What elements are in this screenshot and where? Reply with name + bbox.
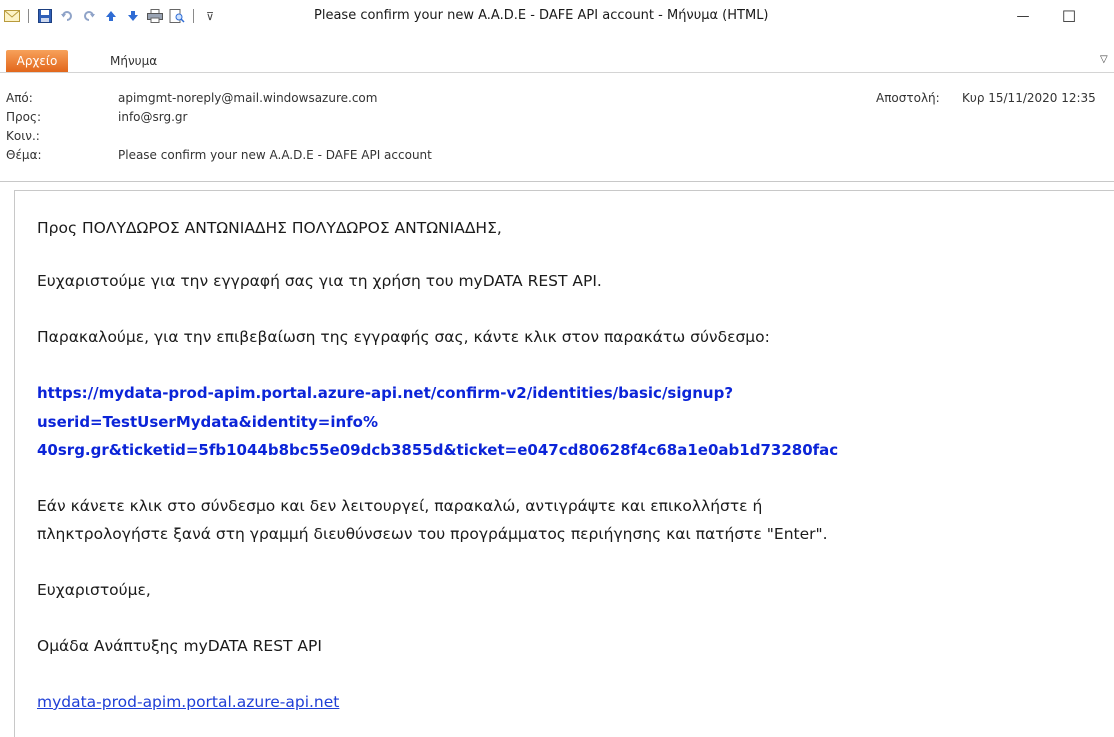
confirm-link-line3[interactable]: 40srg.gr&ticketid=5fb1044b8bc55e09dcb385…	[37, 437, 838, 464]
quick-access-toolbar: ⊽	[0, 8, 218, 24]
to-row: Προς: info@srg.gr	[0, 110, 1114, 127]
closing: Ευχαριστούμε,	[37, 581, 151, 599]
minimize-button[interactable]: —	[1000, 0, 1046, 32]
mail-icon	[4, 8, 20, 24]
thanks-registration: Ευχαριστούμε για την εγγραφή σας για τη …	[37, 272, 602, 290]
to-value[interactable]: info@srg.gr	[118, 110, 187, 124]
from-value[interactable]: apimgmt-noreply@mail.windowsazure.com	[118, 91, 377, 105]
print-preview-icon[interactable]	[169, 8, 185, 24]
ribbon-tabs: Αρχείο Μήνυμα ▽	[0, 43, 1114, 73]
ribbon-collapse-icon[interactable]: ▽	[1100, 54, 1108, 65]
subject-value: Please confirm your new A.A.D.E - DAFE A…	[118, 148, 432, 162]
save-icon[interactable]	[37, 8, 53, 24]
subject-row: Θέμα: Please confirm your new A.A.D.E - …	[0, 148, 1114, 165]
undo-icon[interactable]	[59, 8, 75, 24]
cc-label: Κοιν.:	[6, 129, 40, 143]
customize-qat-icon[interactable]: ⊽	[202, 8, 218, 24]
toolbar-separator	[193, 9, 194, 23]
confirm-link-line1[interactable]: https://mydata-prod-apim.portal.azure-ap…	[37, 380, 733, 407]
maximize-icon: ☐	[1061, 6, 1077, 26]
fallback-line1: Εάν κάνετε κλικ στο σύνδεσμο και δεν λει…	[37, 497, 763, 515]
maximize-button[interactable]: ☐	[1046, 0, 1092, 32]
from-row: Από: apimgmt-noreply@mail.windowsazure.c…	[0, 91, 1114, 108]
message-header: Από: apimgmt-noreply@mail.windowsazure.c…	[0, 85, 1114, 182]
window-title: Please confirm your new A.A.D.E - DAFE A…	[314, 8, 769, 23]
cc-row: Κοιν.:	[0, 129, 1114, 146]
redo-icon[interactable]	[81, 8, 97, 24]
portal-link[interactable]: mydata-prod-apim.portal.azure-api.net	[37, 690, 339, 715]
sent-value: Κυρ 15/11/2020 12:35	[962, 91, 1096, 105]
subject-label: Θέμα:	[6, 148, 42, 162]
message-body: Προς ΠΟΛΥΔΩΡΟΣ ΑΝΤΩΝΙΑΔΗΣ ΠΟΛΥΔΩΡΟΣ ΑΝΤΩ…	[14, 190, 1114, 737]
signature: Ομάδα Ανάπτυξης myDATA REST API	[37, 637, 322, 655]
title-bar: ⊽ Please confirm your new A.A.D.E - DAFE…	[0, 0, 1114, 32]
down-arrow-icon[interactable]	[125, 8, 141, 24]
greeting: Προς ΠΟΛΥΔΩΡΟΣ ΑΝΤΩΝΙΑΔΗΣ ΠΟΛΥΔΩΡΟΣ ΑΝΤΩ…	[37, 219, 502, 237]
to-label: Προς:	[6, 110, 42, 124]
tab-message[interactable]: Μήνυμα	[110, 50, 157, 72]
minimize-icon: —	[1016, 8, 1030, 24]
up-arrow-icon[interactable]	[103, 8, 119, 24]
tab-file[interactable]: Αρχείο	[6, 50, 68, 72]
from-label: Από:	[6, 91, 33, 105]
sent-label: Αποστολή:	[876, 91, 940, 105]
print-icon[interactable]	[147, 8, 163, 24]
fallback-line2: πληκτρολογήστε ξανά στη γραμμή διευθύνσε…	[37, 525, 828, 543]
confirm-link-line2[interactable]: userid=TestUserMydata&identity=info%	[37, 409, 378, 436]
toolbar-separator	[28, 9, 29, 23]
instruction: Παρακαλούμε, για την επιβεβαίωση της εγγ…	[37, 328, 770, 346]
